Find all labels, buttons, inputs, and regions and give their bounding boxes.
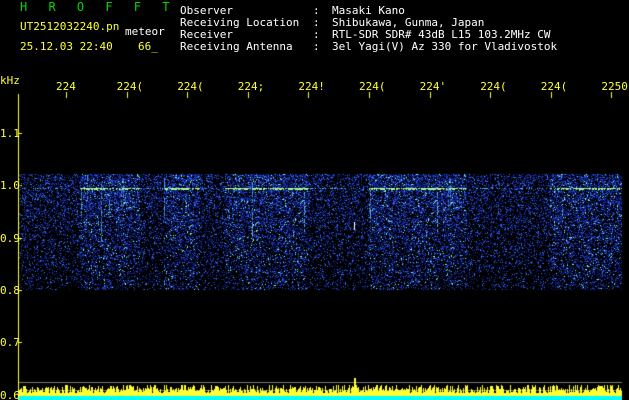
y-tick-label: 1.0 xyxy=(0,179,20,193)
x-tick-label: 224( xyxy=(116,80,144,93)
info-value: 3el Yagi(V) Az 330 for Vladivostok xyxy=(332,40,558,53)
file-name: UT2512032240.pn xyxy=(20,20,120,33)
x-tick-label: 2250 xyxy=(601,80,628,93)
spectrogram-canvas xyxy=(0,0,629,400)
x-tick-label: 224; xyxy=(237,80,265,93)
y-tick-label: 1.1 xyxy=(0,126,20,140)
y-unit-label: kHz xyxy=(0,74,20,87)
y-tick-label: 0.9 xyxy=(0,231,20,245)
x-tick-label: 224 xyxy=(56,80,76,93)
hrofft-window: H R O F F T UT2512032240.pn meteor 25.12… xyxy=(0,0,629,400)
x-tick-label: 224( xyxy=(480,80,507,93)
x-tick-label: 224' xyxy=(419,80,447,93)
app-title: H R O F F T xyxy=(20,0,177,14)
x-tick-label: 224! xyxy=(298,80,325,93)
info-separator: : xyxy=(313,40,320,53)
mode-label: meteor xyxy=(125,25,165,38)
count-label: 66_ xyxy=(138,40,158,53)
y-tick-label: 0.6 xyxy=(0,388,20,400)
y-tick-label: 0.7 xyxy=(0,336,20,350)
x-tick-label: 224( xyxy=(359,80,386,93)
y-tick-label: 0.8 xyxy=(0,283,20,297)
x-tick-label: 224( xyxy=(177,80,204,93)
datetime-label: 25.12.03 22:40 xyxy=(20,40,113,53)
info-key: Receiving Antenna xyxy=(180,40,293,53)
x-tick-label: 224( xyxy=(540,80,568,93)
